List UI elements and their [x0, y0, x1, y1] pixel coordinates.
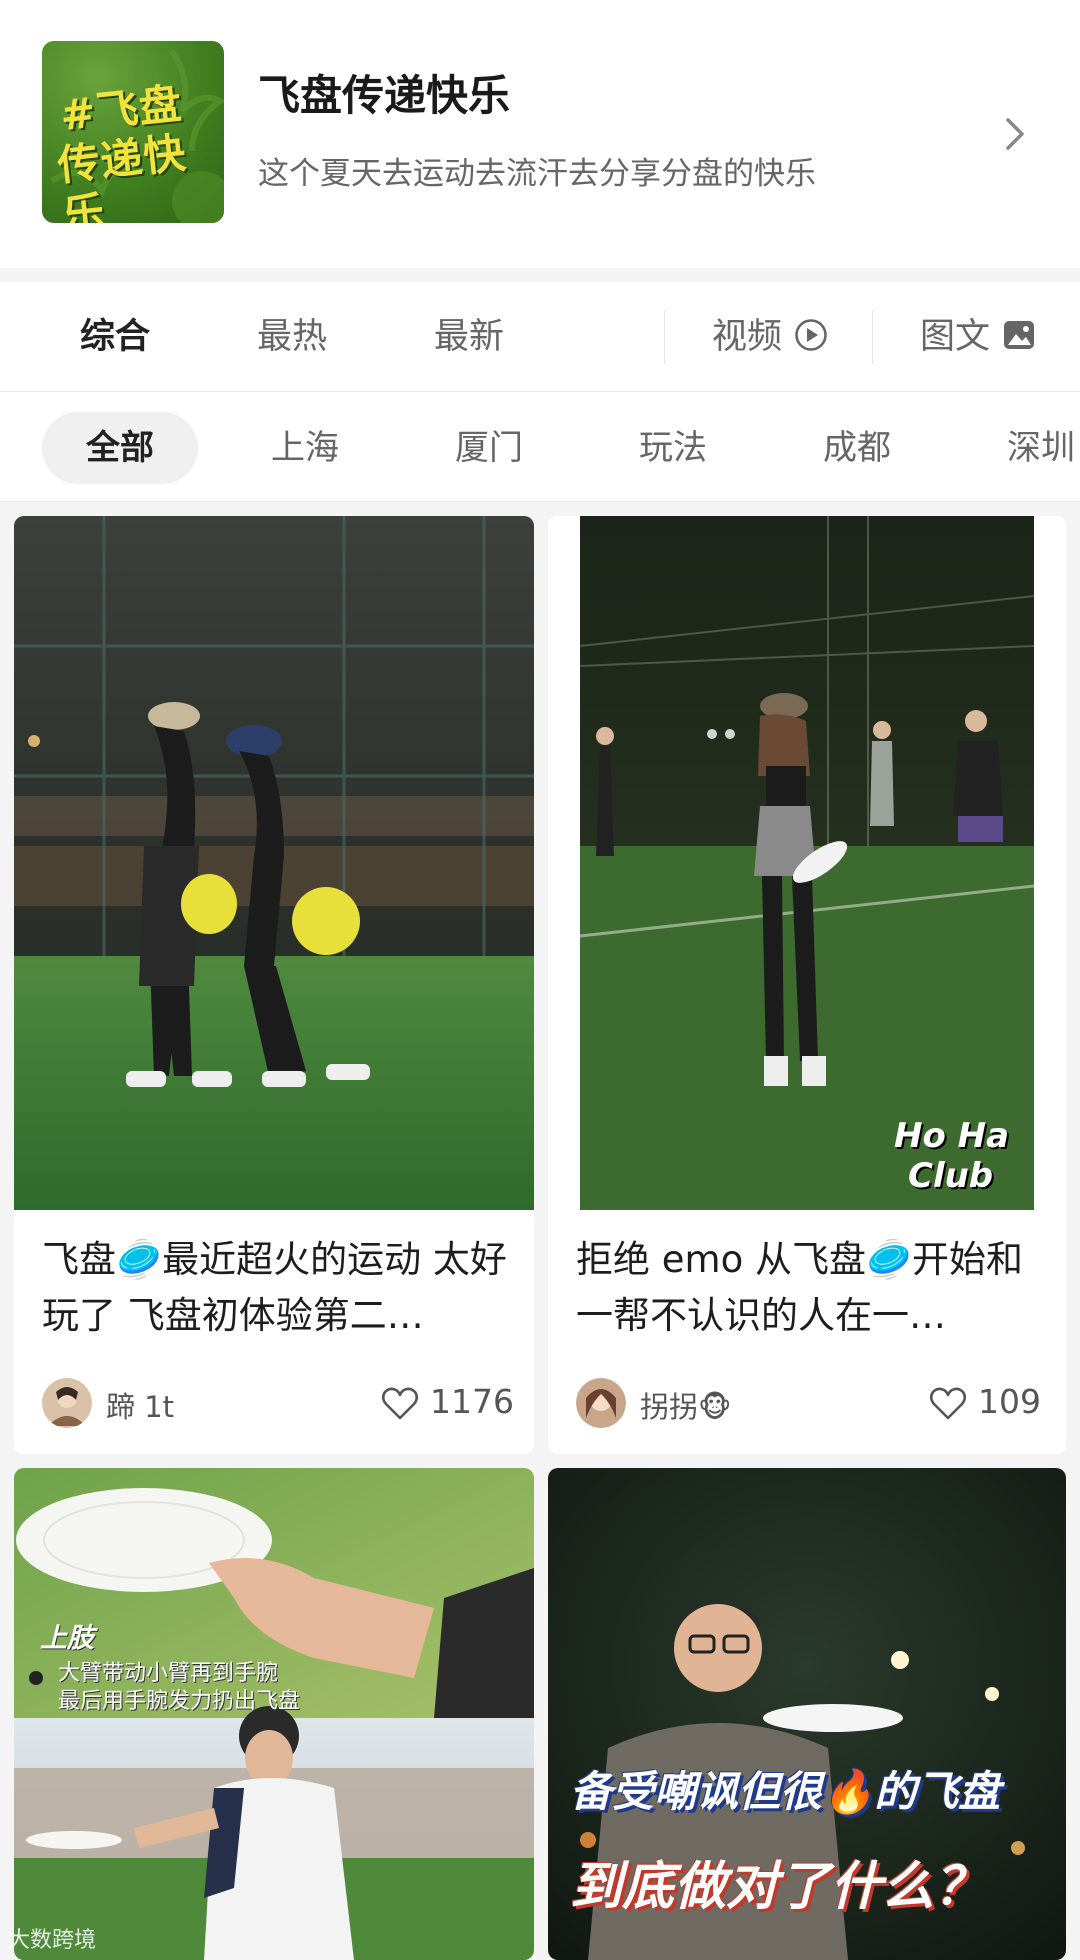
chevron-right-icon[interactable] — [1000, 114, 1030, 154]
play-circle-icon — [795, 319, 827, 351]
heart-icon[interactable] — [928, 1384, 968, 1424]
heart-icon[interactable] — [380, 1384, 420, 1424]
tab-divider — [664, 310, 665, 364]
tab-newest[interactable]: 最新 — [434, 282, 504, 392]
topic-description: 这个夏天去运动去流汗去分享分盘的快乐 — [258, 156, 816, 192]
post-title: 拒绝 emo 从飞盘🥏开始和一帮不认识的人在一… — [576, 1238, 1024, 1337]
like-count: 1176 — [430, 1382, 514, 1421]
image-caption-line1: 大臂带动小臂再到手腕 — [58, 1661, 279, 1686]
post-cover-image — [548, 516, 1066, 1210]
tab-video[interactable]: 视频 — [712, 282, 828, 392]
tab-comprehensive[interactable]: 综合 — [80, 282, 150, 392]
post-card[interactable]: 备受嘲讽但很🔥的飞盘 到底做对了什么？ — [548, 1468, 1066, 1960]
tab-image-text[interactable]: 图文 — [920, 282, 1036, 392]
filter-chip-chengdu[interactable]: 成都 — [782, 412, 932, 484]
post-card[interactable]: 飞盘🥏最近超火的运动 太好玩了 飞盘初体验第二… 蹄 1t 1176 — [14, 516, 534, 1454]
filter-chip-shanghai[interactable]: 上海 — [230, 412, 380, 484]
avatar[interactable] — [576, 1378, 626, 1428]
author-name[interactable]: 拐拐🐵 — [640, 1384, 732, 1426]
post-title: 飞盘🥏最近超火的运动 太好玩了 飞盘初体验第二… — [42, 1238, 507, 1337]
filter-chip-all[interactable]: 全部 — [42, 412, 198, 484]
sort-tab-bar: 综合 最热 最新 视频 图文 — [0, 282, 1080, 392]
filter-chip-bar: 全部 上海 厦门 玩法 成都 深圳 — [0, 392, 1080, 502]
topic-cover-image: #飞盘 传递快乐 — [42, 41, 224, 223]
image-label: 上肢 — [40, 1623, 94, 1654]
author-name[interactable]: 蹄 1t — [106, 1384, 174, 1426]
post-card[interactable]: 上肢 大臂带动小臂再到手腕 最后用手腕发力扔出飞盘 — [14, 1468, 534, 1960]
filter-chip-gameplay[interactable]: 玩法 — [598, 412, 748, 484]
post-card[interactable]: Ho Ha Club 拒绝 emo 从飞盘🥏开始和一帮不认识的人在一… 拐拐🐵 … — [548, 516, 1066, 1454]
image-headline-2: 到底做对了什么？ — [570, 1857, 987, 1917]
image-icon — [1004, 321, 1035, 349]
tab-video-label: 视频 — [712, 317, 783, 357]
like-count: 109 — [978, 1382, 1041, 1421]
tab-hottest[interactable]: 最热 — [257, 282, 327, 392]
image-watermark-line2: Club — [908, 1156, 994, 1196]
topic-title: 飞盘传递快乐 — [258, 71, 511, 120]
tab-image-text-label: 图文 — [920, 317, 991, 357]
image-headline-1: 备受嘲讽但很🔥的飞盘 — [570, 1767, 1001, 1816]
post-cover-image — [14, 516, 534, 1210]
image-caption-line2: 最后用手腕发力扔出飞盘 — [58, 1689, 301, 1714]
avatar[interactable] — [42, 1378, 92, 1428]
filter-chip-xiamen[interactable]: 厦门 — [414, 412, 564, 484]
topic-header[interactable]: #飞盘 传递快乐 飞盘传递快乐 这个夏天去运动去流汗去分享分盘的快乐 — [0, 0, 1080, 268]
image-watermark-line1: Ho Ha — [894, 1116, 1010, 1156]
watermark-text: 大数跨境 — [8, 1928, 97, 1953]
tab-divider — [872, 310, 873, 364]
cover-text-slogan: 传递快乐 — [55, 128, 189, 223]
filter-chip-shenzhen[interactable]: 深圳 — [966, 412, 1080, 484]
